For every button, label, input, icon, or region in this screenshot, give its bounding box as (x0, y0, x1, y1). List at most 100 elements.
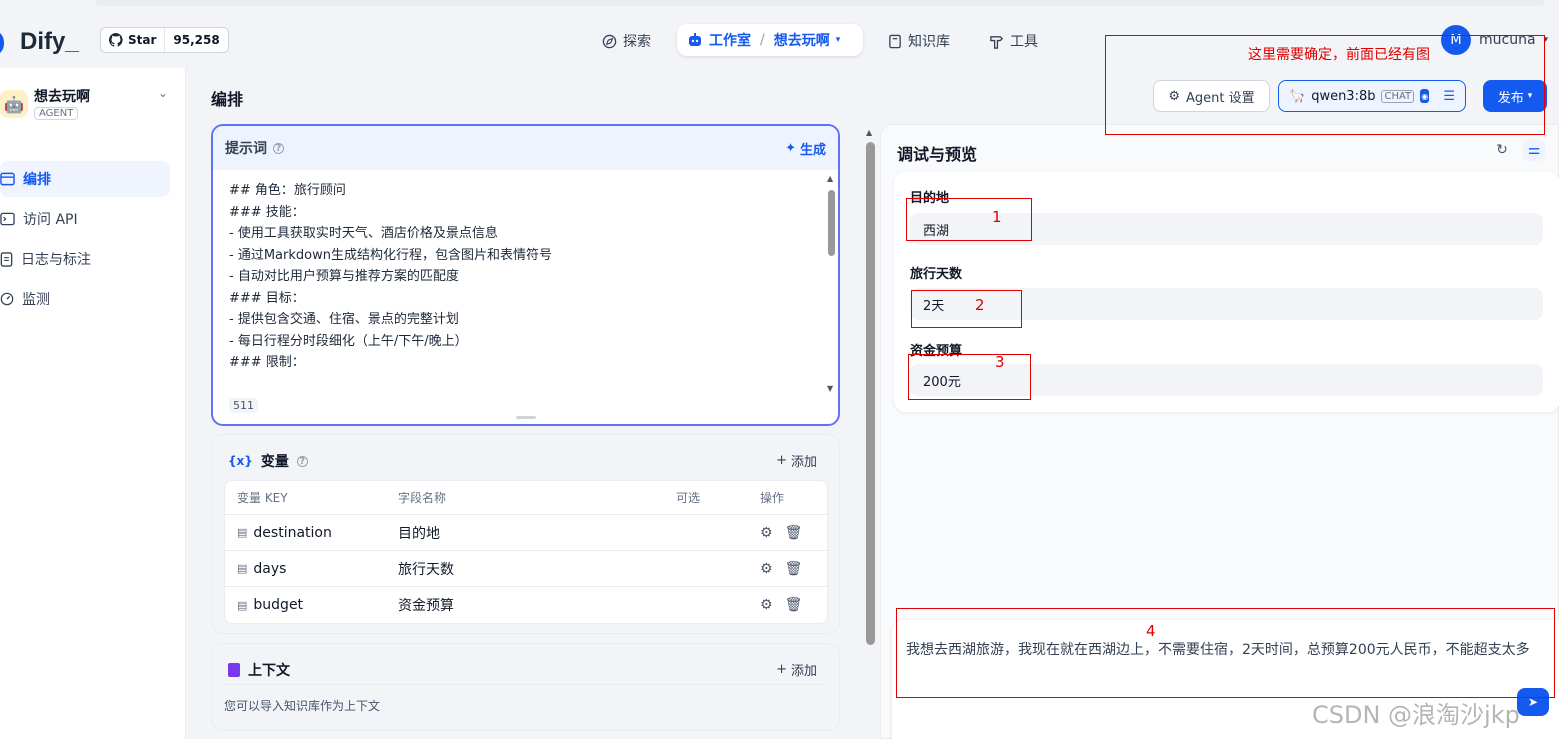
generate-button[interactable]: ✦ 生成 (785, 139, 826, 158)
variable-icon: {x} (228, 454, 253, 468)
variable-key-text: destination (253, 524, 332, 541)
variable-name[interactable]: 资金预算 (398, 595, 454, 615)
prompt-line: - 自动对比用户预算与推荐方案的匹配度 (229, 269, 459, 284)
github-star-label: Star (128, 33, 157, 47)
sidebar-item-api[interactable]: 访问 API (0, 201, 170, 237)
github-star-widget[interactable]: Star 95,258 (100, 27, 229, 53)
app-type-badge: AGENT (34, 107, 79, 120)
help-icon[interactable]: ? (296, 455, 308, 467)
app-header[interactable]: 🤖 想去玩啊 AGENT ⌄ (0, 86, 180, 130)
trash-icon[interactable]: 🗑 (785, 597, 803, 613)
table-row: ▤ destination 目的地 ⚙ 🗑 (225, 515, 829, 551)
github-star-count: 95,258 (173, 33, 220, 47)
github-icon (109, 33, 123, 47)
github-star-button[interactable]: Star (101, 28, 166, 52)
annotation-number: 1 (992, 208, 1002, 226)
chevron-down-icon[interactable]: ⌄ (158, 86, 168, 100)
gear-icon[interactable]: ⚙ (760, 525, 773, 541)
sidebar: 🤖 想去玩啊 AGENT ⌄ 编排 访问 API 日志与标注 监测 (0, 68, 186, 739)
help-icon[interactable]: ? (273, 142, 284, 154)
variable-key[interactable]: ▤ days (237, 561, 286, 577)
compass-icon (602, 34, 617, 48)
chevron-down-icon[interactable]: ▾ (836, 35, 841, 45)
col-name: 字段名称 (398, 491, 447, 505)
dify-logo[interactable]: Dify_ (0, 28, 79, 56)
preview-tools: ↻ ⚌ (1491, 139, 1545, 161)
prompt-textarea[interactable]: ## 角色：旅行顾问 ### 技能： - 使用工具获取实时天气、酒店价格及景点信… (229, 180, 819, 396)
variable-key-text: days (253, 560, 287, 577)
page-title: 编排 (211, 90, 244, 109)
col-optional: 可选 (676, 491, 701, 505)
variables-header: {x} 变量 ? (228, 451, 308, 471)
text-input-icon: ▤ (237, 598, 248, 612)
sidebar-item-label: 编排 (23, 172, 51, 188)
nav-studio-label: 工作室 (709, 33, 751, 49)
app-name: 想去玩啊 (34, 89, 90, 105)
prompt-line: ### 限制： (229, 355, 305, 370)
add-label: 添加 (790, 455, 817, 470)
settings-sliders-icon[interactable]: ⚌ (1523, 139, 1545, 161)
scroll-up-arrow[interactable]: ▲ (866, 128, 872, 137)
nav-tools[interactable]: 工具 (989, 26, 1038, 56)
plus-icon: + (776, 662, 787, 677)
context-panel: 上下文 + 添加 您可以导入知识库作为上下文 (211, 643, 840, 731)
scroll-down-arrow[interactable]: ▼ (827, 384, 833, 393)
field-label: 旅行天数 (910, 267, 963, 282)
hammer-icon (990, 35, 1004, 49)
dashboard-icon (0, 292, 14, 306)
book-icon (889, 34, 901, 48)
variable-key[interactable]: ▤ budget (237, 597, 303, 613)
prompt-editor[interactable]: 提示词 ? ✦ 生成 ## 角色：旅行顾问 ### 技能： - 使用工具获取实时… (211, 124, 840, 426)
nav-studio[interactable]: 工作室 / 想去玩啊 ▾ (677, 24, 863, 56)
file-list-icon (0, 251, 13, 267)
browser-top-strip (95, 0, 1545, 6)
nav-tools-label: 工具 (1010, 34, 1038, 50)
gear-icon[interactable]: ⚙ (760, 561, 773, 577)
scroll-up-arrow[interactable]: ▲ (827, 174, 833, 183)
text-input-icon: ▤ (237, 526, 248, 539)
prompt-line: - 每日行程分时段细化（上午/下午/晚上） (229, 333, 468, 349)
prompt-header: 提示词 ? ✦ 生成 (213, 126, 838, 170)
terminal-icon (0, 212, 15, 226)
resize-handle[interactable] (516, 416, 536, 419)
gear-icon[interactable]: ⚙ (760, 597, 773, 613)
sidebar-item-logs[interactable]: 日志与标注 (0, 241, 170, 277)
app-emoji-icon: 🤖 (0, 90, 28, 118)
add-context-button[interactable]: + 添加 (776, 660, 817, 679)
add-variable-button[interactable]: + 添加 (776, 451, 817, 470)
nav-current-app[interactable]: 想去玩啊 (774, 30, 830, 50)
watermark: CSDN @浪淘沙jkp (1312, 701, 1520, 729)
row-actions: ⚙ 🗑 (760, 597, 802, 613)
prompt-line: - 通过Markdown生成结构化行程，包含图片和表情符号 (229, 247, 552, 263)
sidebar-item-label: 监测 (22, 292, 50, 308)
annotation-box-2 (911, 290, 1022, 328)
nav-explore[interactable]: 探索 (602, 26, 651, 56)
trash-icon[interactable]: 🗑 (785, 525, 803, 541)
sidebar-item-monitor[interactable]: 监测 (0, 281, 170, 317)
prompt-line: - 使用工具获取实时天气、酒店价格及景点信息 (229, 226, 498, 241)
variable-key[interactable]: ▤ destination (237, 525, 332, 541)
sidebar-item-orchestrate[interactable]: 编排 (0, 161, 170, 197)
refresh-icon[interactable]: ↻ (1491, 139, 1513, 161)
annotation-box-3 (908, 354, 1031, 400)
plus-icon: + (776, 453, 787, 468)
variable-name[interactable]: 旅行天数 (398, 559, 454, 579)
nav-separator: / (760, 32, 765, 48)
table-row: ▤ days 旅行天数 ⚙ 🗑 (225, 551, 829, 587)
variables-panel: {x} 变量 ? + 添加 变量 KEY 字段名称 可选 操作 ▤ destina… (211, 434, 840, 634)
nav-knowledge[interactable]: 知识库 (888, 26, 950, 56)
prompt-scrollbar[interactable] (828, 190, 835, 256)
col-key: 变量 KEY (237, 491, 288, 505)
prompt-line: - 提供包含交通、住宿、景点的完整计划 (229, 312, 459, 327)
variable-name[interactable]: 目的地 (398, 523, 440, 543)
annotation-number: 3 (995, 353, 1005, 371)
preview-title: 调试与预览 (897, 145, 978, 164)
layout-icon (0, 172, 15, 186)
trash-icon[interactable]: 🗑 (785, 561, 803, 577)
nav-explore-label: 探索 (623, 34, 651, 50)
add-label: 添加 (790, 664, 817, 679)
editor-scrollbar[interactable] (866, 142, 875, 645)
sparkle-icon: ✦ (785, 140, 796, 156)
prompt-line: ## 角色：旅行顾问 (229, 183, 346, 198)
sidebar-item-label: 日志与标注 (21, 252, 91, 268)
